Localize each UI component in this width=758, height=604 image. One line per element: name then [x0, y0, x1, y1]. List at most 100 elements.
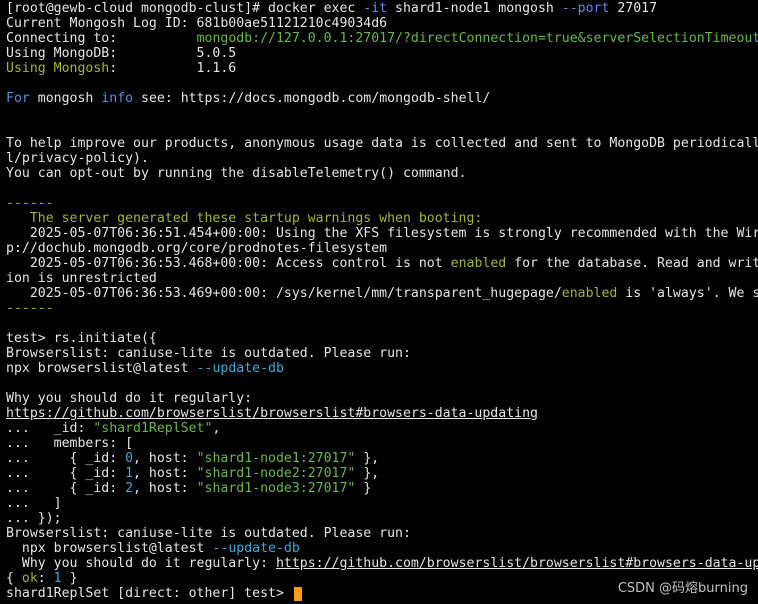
terminal-text: 2025-05-07T06:36:53.469+00:00: /sys/kern…: [6, 286, 562, 301]
terminal-line: test> rs.initiate({: [6, 331, 758, 346]
terminal-text: , host:: [133, 466, 197, 481]
terminal-line: ... });: [6, 511, 758, 526]
terminal-line: Using Mongosh: 1.1.6: [6, 61, 758, 76]
terminal-text: }: [61, 571, 78, 586]
terminal-text: ... { _id:: [6, 451, 126, 466]
terminal-line: To help improve our products, anonymous …: [6, 136, 758, 151]
terminal-text: [root@gewb-cloud mongodb-clust]# docker …: [6, 1, 364, 16]
terminal-line: ------: [6, 301, 758, 316]
terminal-text: npx browserslist@latest: [6, 361, 197, 376]
terminal-text: mongosh: [29, 91, 102, 106]
terminal-text: "shard1-node3:27017": [196, 481, 356, 496]
terminal-line: l/privacy-policy).: [6, 151, 758, 166]
terminal-text: Browserslist: caniuse-lite is outdated. …: [6, 526, 411, 541]
terminal-text: ... ]: [6, 496, 62, 511]
terminal-text: "shard1ReplSet": [93, 421, 213, 436]
terminal-text: test> rs.initiate({: [6, 331, 157, 346]
terminal-text: },: [355, 451, 380, 466]
terminal-text: Why you should do it regularly:: [6, 556, 276, 571]
terminal-text: ok: [21, 571, 38, 586]
terminal-text: ------: [6, 196, 54, 211]
terminal-text: },: [355, 466, 380, 481]
terminal-text: info: [101, 91, 134, 106]
terminal-line: 2025-05-07T06:36:51.454+00:00: Using the…: [6, 226, 758, 241]
terminal-text: Using MongoDB: 5.0.5: [6, 46, 237, 61]
terminal-text: for the database. Read and write access …: [514, 256, 758, 271]
terminal-text: enabled: [450, 256, 507, 271]
terminal-text: p://dochub.mongodb.org/core/prodnotes-fi…: [6, 241, 388, 256]
terminal-text: ... _id:: [6, 421, 94, 436]
terminal-text: -it: [363, 1, 388, 16]
terminal-line: ... ]: [6, 496, 758, 511]
terminal-line: https://github.com/browserslist/browsers…: [6, 406, 758, 421]
terminal-text: npx browserslist@latest: [6, 541, 213, 556]
csdn-watermark: CSDN @码熔burning: [617, 581, 748, 596]
terminal-text: Browserslist: caniuse-lite is outdated. …: [6, 346, 411, 361]
terminal-line: ... _id: "shard1ReplSet",: [6, 421, 758, 436]
terminal-line: Using MongoDB: 5.0.5: [6, 46, 758, 61]
terminal-line: The server generated these startup warni…: [6, 211, 758, 226]
terminal-line: 2025-05-07T06:36:53.468+00:00: Access co…: [6, 256, 758, 271]
terminal-text: ------: [6, 301, 54, 316]
terminal-line: Browserslist: caniuse-lite is outdated. …: [6, 526, 758, 541]
terminal-text: ... });: [6, 511, 62, 526]
terminal-text: Why you should do it regularly:: [6, 391, 253, 406]
terminal-text: , host:: [133, 481, 197, 496]
terminal-text: shard1ReplSet [direct: other] test>: [6, 586, 292, 601]
terminal-text: For: [6, 91, 30, 106]
terminal-text: mongodb://127.0.0.1:27017/?directConnect…: [196, 31, 758, 46]
terminal-line: ... { _id: 0, host: "shard1-node1:27017"…: [6, 451, 758, 466]
terminal-text: 0: [125, 451, 134, 466]
terminal-window[interactable]: [root@gewb-cloud mongodb-clust]# docker …: [0, 0, 758, 604]
terminal-text: --port: [561, 1, 610, 16]
terminal-line: You can opt-out by running the disableTe…: [6, 166, 758, 181]
terminal-line: Connecting to: mongodb://127.0.0.1:27017…: [6, 31, 758, 46]
terminal-text: ... { _id:: [6, 466, 126, 481]
terminal-text: Current Mongosh Log ID: 681b00ae51121210…: [6, 16, 388, 31]
terminal-text: --update-db: [196, 361, 284, 376]
terminal-text: enabled: [561, 286, 618, 301]
terminal-text: Using Mongosh: [6, 61, 110, 76]
terminal-text: 2025-05-07T06:36:53.468+00:00: Access co…: [6, 256, 451, 271]
terminal-text: ,: [212, 421, 221, 436]
terminal-line: 2025-05-07T06:36:53.469+00:00: /sys/kern…: [6, 286, 758, 301]
terminal-text: , host:: [133, 451, 197, 466]
terminal-text: :: [37, 571, 54, 586]
terminal-line: ------: [6, 196, 758, 211]
terminal-text: Connecting to:: [6, 31, 197, 46]
terminal-text: : 1.1.6: [109, 61, 237, 76]
terminal-text: is 'always'. We suggest setting it to 'n…: [625, 286, 758, 301]
terminal-text: 2025-05-07T06:36:51.454+00:00: Using the…: [29, 226, 758, 241]
terminal-line: Why you should do it regularly: https://…: [6, 556, 758, 571]
terminal-line: ... { _id: 1, host: "shard1-node2:27017"…: [6, 466, 758, 481]
terminal-text: 1: [125, 466, 134, 481]
terminal-text: 1: [53, 571, 62, 586]
terminal-text: 2: [125, 481, 134, 496]
terminal-text: {: [6, 571, 22, 586]
terminal-line: ... members: [: [6, 436, 758, 451]
terminal-text: ... members: [: [6, 436, 134, 451]
terminal-text: see: https://docs.mongodb.com/mongodb-sh…: [133, 91, 491, 106]
terminal-line: Browserslist: caniuse-lite is outdated. …: [6, 346, 758, 361]
terminal-text: l/privacy-policy).: [6, 151, 149, 166]
terminal-line: ion is unrestricted: [6, 271, 758, 286]
terminal-line: For mongosh info see: https://docs.mongo…: [6, 91, 758, 106]
terminal-line: p://dochub.mongodb.org/core/prodnotes-fi…: [6, 241, 758, 256]
terminal-text: --update-db: [212, 541, 300, 556]
terminal-line: ... { _id: 2, host: "shard1-node3:27017"…: [6, 481, 758, 496]
terminal-text: "shard1-node1:27017": [196, 451, 356, 466]
terminal-line: [root@gewb-cloud mongodb-clust]# docker …: [6, 1, 758, 16]
terminal-text: ... { _id:: [6, 481, 126, 496]
terminal-link[interactable]: https://github.com/browserslist/browsers…: [276, 556, 758, 571]
terminal-link[interactable]: https://github.com/browserslist/browsers…: [6, 406, 538, 421]
terminal-text: The server generated these startup warni…: [6, 211, 483, 226]
terminal-cursor: [294, 587, 302, 601]
terminal-text: shard1-node1 mongosh: [387, 1, 562, 16]
terminal-line: npx browserslist@latest --update-db: [6, 361, 758, 376]
